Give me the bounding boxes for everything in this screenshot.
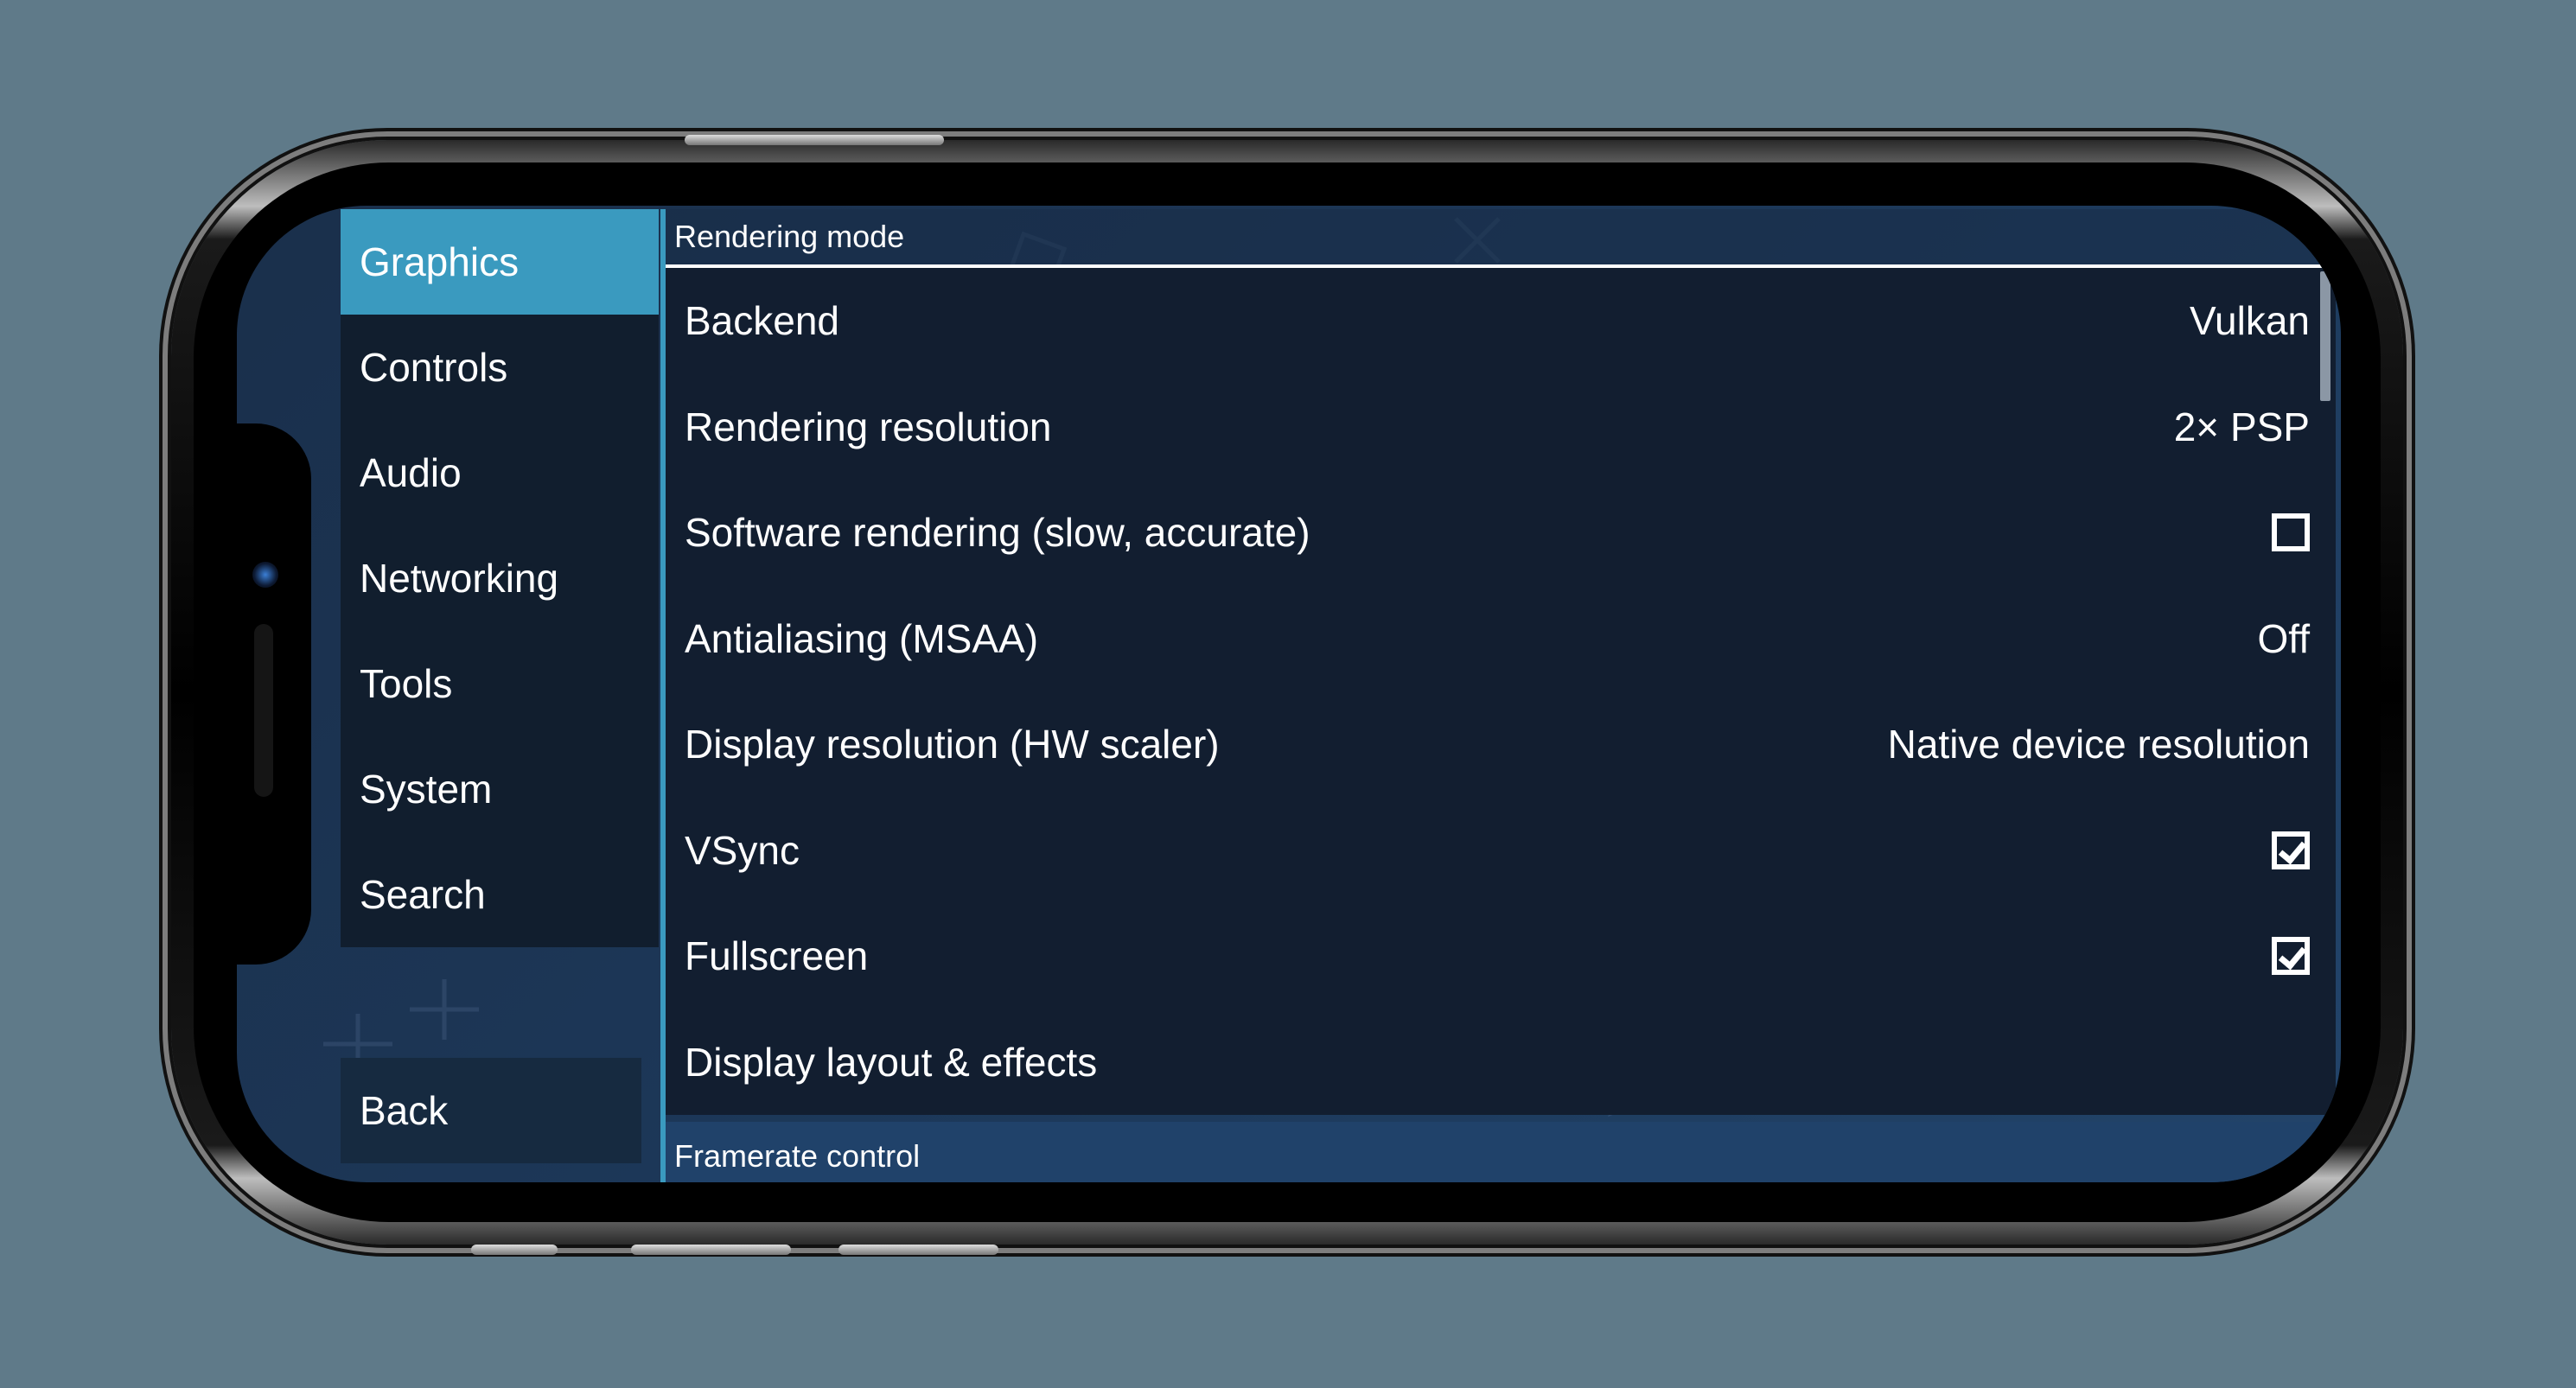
setting-label: Display layout & effects: [685, 1039, 1098, 1085]
sidebar-item-controls[interactable]: Controls: [341, 315, 659, 420]
setting-row-software-rendering[interactable]: Software rendering (slow, accurate): [666, 480, 2336, 586]
setting-row-rendering-resolution[interactable]: Rendering resolution 2× PSP: [666, 374, 2336, 481]
phone-side-button: [471, 1245, 558, 1255]
setting-label: Backend: [685, 298, 840, 344]
setting-row-backend[interactable]: Backend Vulkan: [666, 268, 2336, 374]
phone-volume-up-button: [631, 1245, 791, 1255]
setting-row-display-layout[interactable]: Display layout & effects: [666, 1009, 2336, 1116]
sidebar-nav: Graphics Controls Audio Networking Tools…: [341, 209, 659, 947]
setting-value: Native device resolution: [1887, 722, 2310, 767]
sidebar-item-tools[interactable]: Tools: [341, 631, 659, 736]
settings-content: Rendering mode Backend Vulkan Rendering …: [666, 209, 2336, 1182]
back-button[interactable]: Back: [341, 1058, 641, 1163]
scrollbar[interactable]: [2320, 271, 2331, 401]
setting-label: VSync: [685, 827, 800, 873]
setting-row-display-resolution[interactable]: Display resolution (HW scaler) Native de…: [666, 691, 2336, 798]
setting-value: 2× PSP: [2173, 404, 2310, 449]
earpiece-speaker: [254, 624, 273, 797]
sidebar-item-audio[interactable]: Audio: [341, 420, 659, 525]
setting-label: Software rendering (slow, accurate): [685, 510, 1310, 556]
setting-label: Fullscreen: [685, 933, 869, 979]
setting-value: Off: [2257, 615, 2310, 661]
phone-volume-down-button: [838, 1245, 998, 1255]
app-screen: Graphics Controls Audio Networking Tools…: [237, 206, 2341, 1182]
sidebar-item-system[interactable]: System: [341, 736, 659, 842]
sidebar-item-networking[interactable]: Networking: [341, 525, 659, 631]
setting-label: Display resolution (HW scaler): [685, 722, 1220, 767]
phone-notch: [237, 423, 311, 965]
sidebar-item-search[interactable]: Search: [341, 842, 659, 947]
setting-label: Antialiasing (MSAA): [685, 615, 1039, 661]
settings-list: Backend Vulkan Rendering resolution 2× P…: [666, 268, 2336, 1115]
sidebar-item-graphics[interactable]: Graphics: [341, 209, 659, 315]
bg-cross-shape: [410, 979, 479, 1040]
settings-sidebar: Graphics Controls Audio Networking Tools…: [341, 209, 659, 947]
section-header-rendering-mode: Rendering mode: [666, 209, 2336, 268]
setting-row-fullscreen[interactable]: Fullscreen: [666, 903, 2336, 1009]
checkbox-checked-icon[interactable]: [2272, 831, 2310, 869]
checkbox-unchecked-icon[interactable]: [2272, 513, 2310, 552]
checkbox-checked-icon[interactable]: [2272, 937, 2310, 976]
setting-row-antialiasing[interactable]: Antialiasing (MSAA) Off: [666, 586, 2336, 692]
phone-top-button: [685, 135, 944, 145]
setting-label: Rendering resolution: [685, 404, 1052, 449]
setting-row-vsync[interactable]: VSync: [666, 798, 2336, 904]
section-header-framerate-control: Framerate control: [666, 1122, 2336, 1182]
front-camera: [252, 562, 278, 588]
setting-value: Vulkan: [2190, 298, 2310, 344]
